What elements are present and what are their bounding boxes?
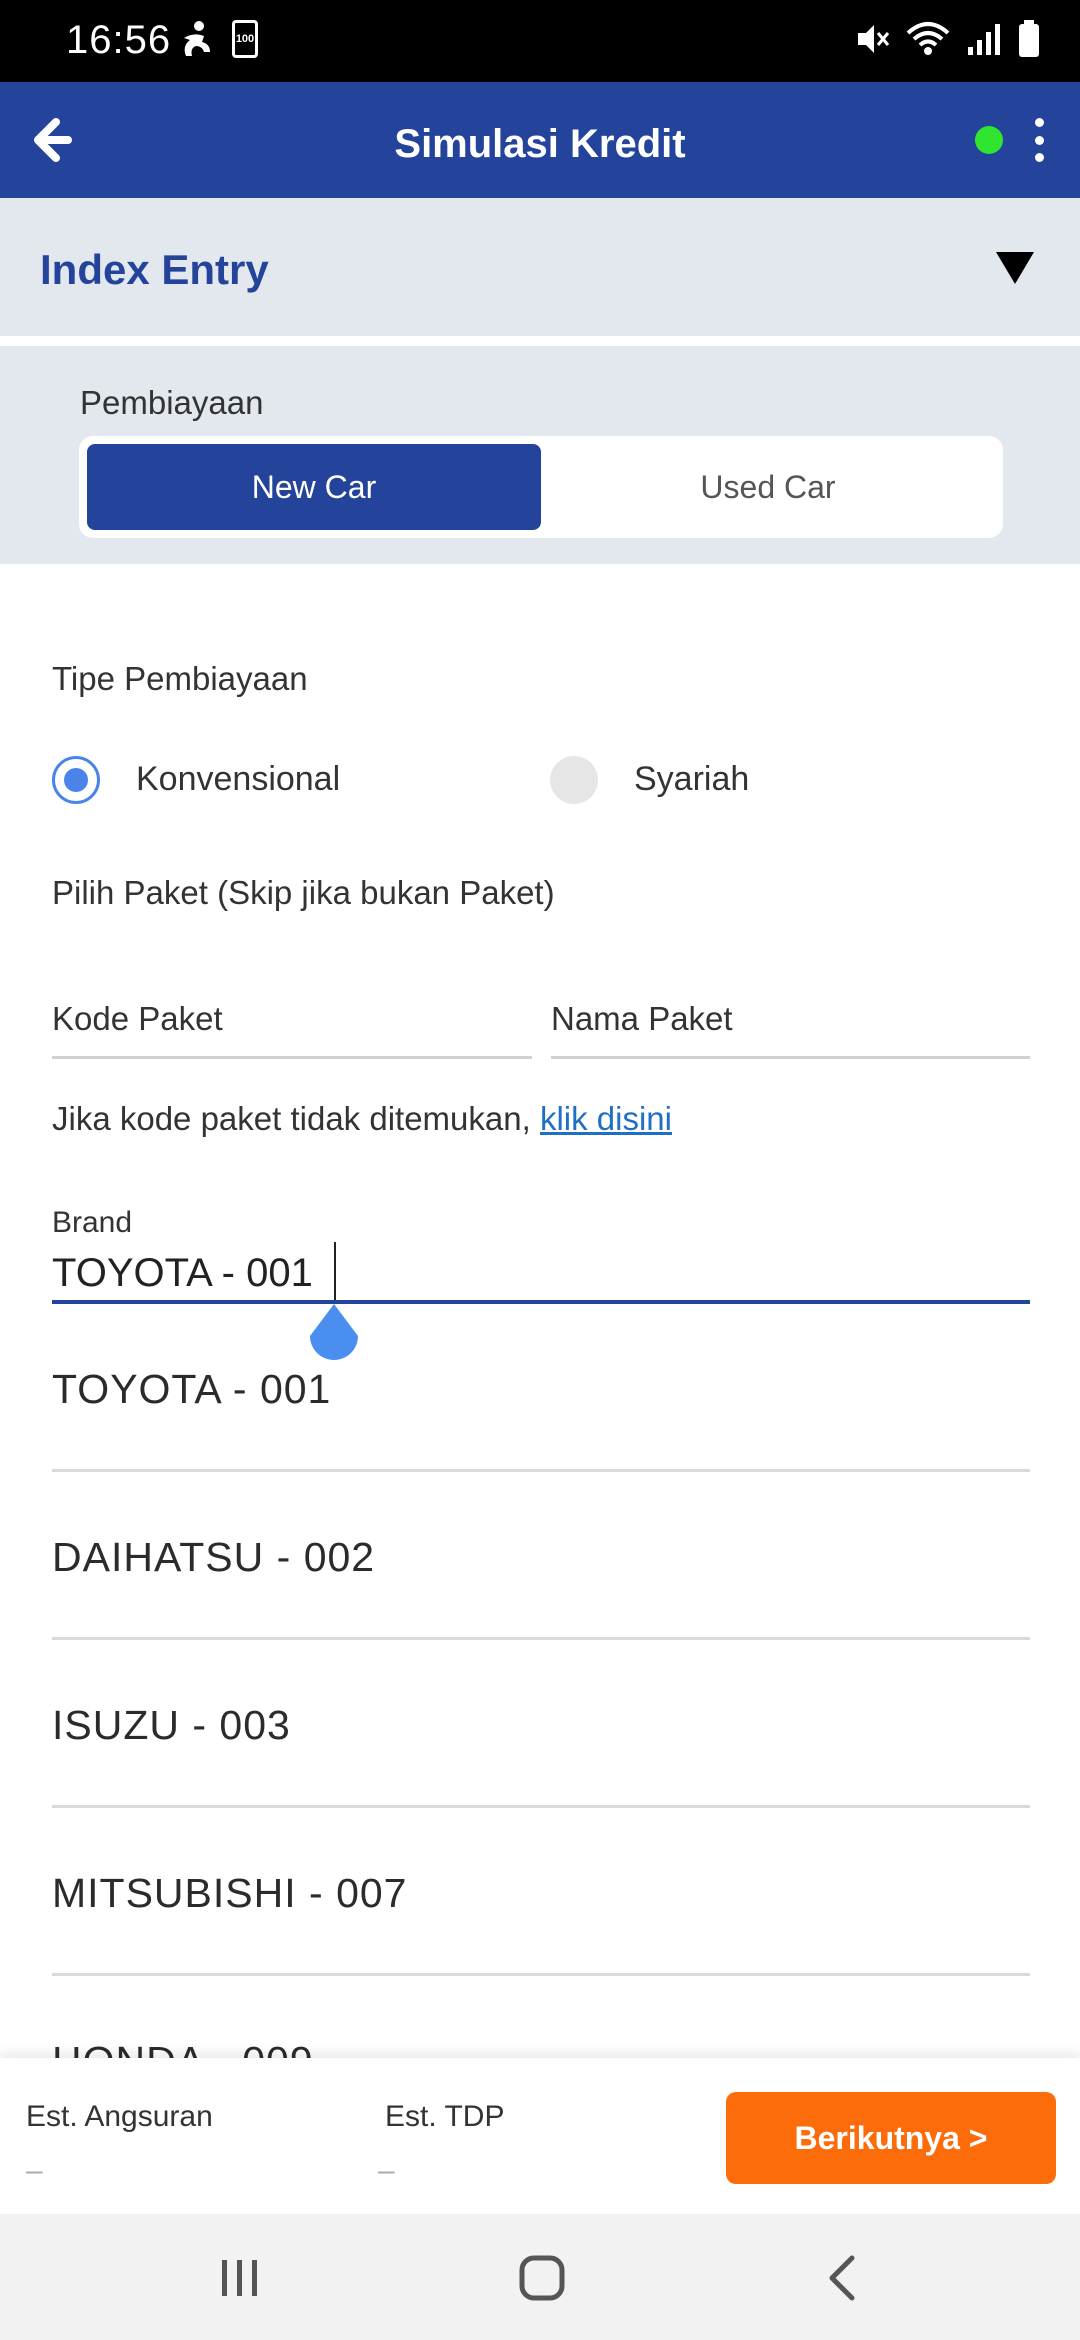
new-car-button[interactable]: New Car xyxy=(87,444,541,530)
used-car-button[interactable]: Used Car xyxy=(541,444,995,530)
list-item[interactable]: MITSUBISHI - 007 xyxy=(52,1808,1030,1976)
back-nav-icon[interactable] xyxy=(812,2246,876,2310)
brand-label: Brand xyxy=(52,1206,133,1239)
status-time: 16:56 xyxy=(66,18,172,62)
page-title: Simulasi Kredit xyxy=(394,122,686,166)
nama-paket-field[interactable]: Nama Paket xyxy=(551,1000,733,1038)
battery-icon xyxy=(1019,20,1039,57)
next-button[interactable]: Berikutnya > xyxy=(726,2092,1056,2184)
est-tdp-label: Est. TDP xyxy=(385,2100,505,2133)
list-item[interactable]: ISUZU - 003 xyxy=(52,1640,1030,1808)
text-cursor xyxy=(334,1242,336,1300)
konvensional-label[interactable]: Konvensional xyxy=(136,760,340,799)
status-bar: 16:56 100 xyxy=(0,0,1080,82)
pilih-paket-label: Pilih Paket (Skip jika bukan Paket) xyxy=(52,874,555,911)
collapse-triangle-icon xyxy=(996,252,1034,284)
list-item[interactable]: TOYOTA - 001 xyxy=(52,1304,1030,1472)
list-item[interactable]: DAIHATSU - 002 xyxy=(52,1472,1030,1640)
mute-icon xyxy=(858,25,890,53)
more-menu-button[interactable] xyxy=(1024,112,1054,168)
tipe-pembiayaan-label: Tipe Pembiayaan xyxy=(52,660,308,697)
est-tdp-value: – xyxy=(378,2154,395,2187)
index-entry-label: Index Entry xyxy=(40,246,269,293)
brand-input[interactable] xyxy=(52,1245,1030,1301)
konvensional-radio[interactable] xyxy=(52,756,100,804)
battery-badge-text: 100 xyxy=(235,33,255,45)
syariah-label[interactable]: Syariah xyxy=(634,760,749,799)
paket-note: Jika kode paket tidak ditemukan, klik di… xyxy=(52,1100,672,1138)
kode-paket-field[interactable]: Kode Paket xyxy=(52,1000,223,1038)
online-status-dot xyxy=(975,126,1003,154)
kode-paket-underline xyxy=(52,1056,532,1059)
paket-note-text: Jika kode paket tidak ditemukan, xyxy=(52,1100,540,1137)
signal-icon xyxy=(968,24,1000,55)
recent-apps-icon[interactable] xyxy=(208,2246,272,2310)
home-icon[interactable] xyxy=(510,2246,574,2310)
pembiayaan-label: Pembiayaan xyxy=(80,384,264,421)
nama-paket-underline xyxy=(551,1056,1030,1059)
pembiayaan-section: Pembiayaan New Car Used Car xyxy=(0,346,1080,564)
syariah-radio[interactable] xyxy=(550,756,598,804)
klik-disini-link[interactable]: klik disini xyxy=(540,1100,672,1137)
pembiayaan-segmented-control: New Car Used Car xyxy=(79,436,1003,538)
system-nav-bar xyxy=(0,2214,1080,2340)
estimate-summary-bar: Est. Angsuran – Est. TDP – Berikutnya > xyxy=(0,2058,1080,2214)
est-angsuran-value: – xyxy=(26,2154,43,2187)
index-entry-header[interactable]: Index Entry xyxy=(0,198,1080,336)
est-angsuran-label: Est. Angsuran xyxy=(26,2100,213,2133)
more-vert-icon xyxy=(1034,118,1044,127)
app-bar: Simulasi Kredit xyxy=(0,82,1080,198)
wifi-icon xyxy=(906,22,950,55)
accessibility-icon xyxy=(184,21,210,56)
battery-saver-icon: 100 xyxy=(232,20,258,58)
